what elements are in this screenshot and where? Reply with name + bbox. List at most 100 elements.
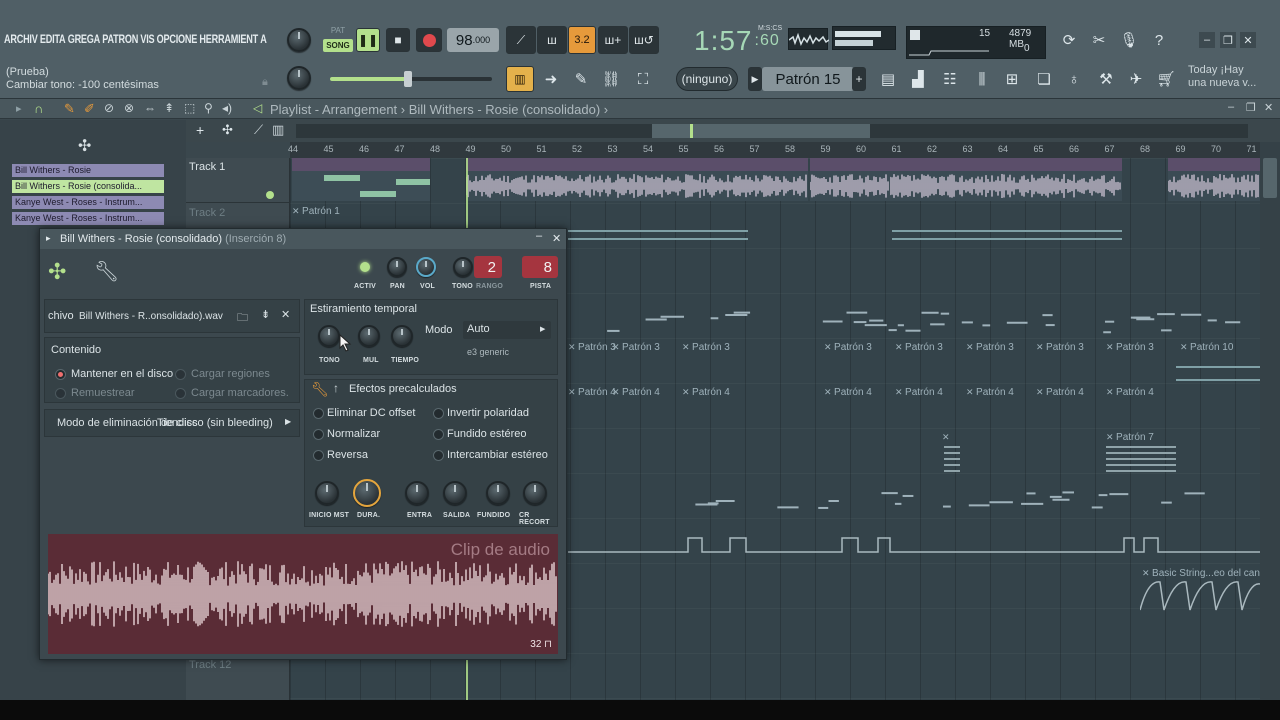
pattern-clip-3a[interactable]: Patrón 3 — [568, 342, 616, 353]
tips-icon[interactable]: ✈ — [1124, 67, 1148, 91]
draw-tool-icon[interactable]: ✎ — [64, 101, 75, 117]
tempo-display[interactable]: 98.000 — [447, 28, 499, 52]
slice-tool-icon[interactable]: ⇞ — [164, 101, 174, 115]
link-icon[interactable]: ⛓ — [600, 67, 622, 91]
range-display[interactable]: 2 — [474, 256, 502, 278]
reverse-radio[interactable] — [313, 450, 324, 461]
duration-knob[interactable] — [353, 479, 381, 507]
invert-polarity-radio[interactable] — [433, 408, 444, 419]
track-mute-led[interactable] — [266, 191, 274, 199]
mixer-icon[interactable]: ⫼ — [970, 67, 994, 91]
window-menu-icon[interactable]: ▸ — [46, 233, 51, 244]
keep-on-disk-radio[interactable] — [55, 369, 66, 380]
stamp-icon[interactable]: ⛶ — [632, 67, 654, 91]
playlist-icon[interactable]: ▤ — [876, 67, 900, 91]
browser-item-2[interactable]: Kanye West - Roses - Instrum... — [12, 196, 164, 209]
project-icon[interactable]: ❏ — [1032, 67, 1056, 91]
playback-tool-icon[interactable]: ◂) — [222, 101, 232, 115]
stretch-pitch-knob[interactable] — [318, 325, 340, 347]
pat-song-toggle[interactable]: PAT SONG — [323, 26, 353, 54]
clip-audio-2[interactable]: Bill Wi..lidado) — [810, 158, 890, 201]
pattern-prev-button[interactable]: ▶ — [748, 67, 762, 91]
pattern-clip-1[interactable]: Patrón 1 — [292, 206, 340, 217]
playlist-close-icon[interactable]: ✕ — [1264, 101, 1273, 114]
stretch-mul-knob[interactable] — [358, 325, 380, 347]
main-volume-knob[interactable] — [287, 28, 311, 52]
microphone-icon[interactable]: 🎙︎ — [1118, 28, 1140, 52]
menu-edit[interactable]: EDITA — [40, 32, 66, 50]
pause-button[interactable]: ❚❚ — [356, 28, 380, 52]
pattern-clip-4c[interactable]: Patrón 4 — [682, 387, 730, 398]
menu-options[interactable]: OPCIONE — [157, 32, 198, 50]
clip-pattern-8[interactable]: Patrón 8 — [292, 158, 430, 201]
clear-file-icon[interactable]: ✕ — [281, 308, 290, 321]
lock-icon[interactable]: 🔒︎ — [262, 76, 274, 90]
pan-knob[interactable] — [387, 257, 407, 277]
cut-tool-icon[interactable]: ✂ — [1088, 28, 1110, 52]
pattern-clip-3h[interactable]: Patrón 3 — [1106, 342, 1154, 353]
pattern-link-icon[interactable]: ⟋ — [254, 122, 263, 138]
pattern-clip-3g[interactable]: Patrón 3 — [1036, 342, 1084, 353]
track-header-12[interactable]: Track 12 — [186, 656, 290, 700]
pattern-clip-10[interactable]: Patrón 10 — [1180, 342, 1233, 353]
channel-window-titlebar[interactable]: ▸ Bill Withers - Rosie (consolidado) (In… — [40, 229, 566, 249]
mode-select[interactable]: Auto ▶ — [463, 321, 551, 339]
pattern-clip-7[interactable]: Patrón 7 — [1106, 432, 1154, 443]
master-volume-slider[interactable] — [330, 71, 492, 87]
clip-audio-3[interactable]: Bill Withers - Rosie (consolidado) — [890, 158, 1122, 201]
pattern-clip-4d[interactable]: Patrón 4 — [824, 387, 872, 398]
sampler-waveform-icon[interactable]: ✣ — [48, 259, 66, 285]
trim-knob[interactable] — [523, 481, 547, 505]
shop-icon[interactable]: 🛒︎ — [1154, 67, 1178, 91]
piano-roll-icon[interactable]: ▟ — [906, 67, 930, 91]
pattern-clip-4e[interactable]: Patrón 4 — [895, 387, 943, 398]
typing-keyboard-button[interactable]: ▥ — [506, 66, 534, 92]
channel-close-icon[interactable]: ✕ — [552, 232, 561, 245]
pattern-clip-3d[interactable]: Patrón 3 — [824, 342, 872, 353]
load-regions-radio[interactable] — [175, 369, 186, 380]
vscroll-thumb[interactable] — [1263, 158, 1277, 198]
add-track-icon[interactable]: + — [196, 122, 204, 138]
undo-history-icon[interactable]: ⟳ — [1058, 28, 1080, 52]
news-panel[interactable]: Today ¡Hay una nueva v... — [1188, 64, 1256, 90]
metronome-button[interactable]: ⟋ — [506, 26, 536, 54]
playlist-restore-icon[interactable]: ❐ — [1246, 101, 1256, 114]
pattern-block[interactable] — [568, 230, 748, 240]
open-folder-icon[interactable]: 🗀 — [237, 309, 248, 328]
pattern-clip-x[interactable] — [942, 432, 950, 443]
pattern-clip-4g[interactable]: Patrón 4 — [1036, 387, 1084, 398]
stretch-time-knob[interactable] — [391, 325, 413, 347]
waveform-icon[interactable]: ✣ — [78, 136, 91, 156]
menu-file[interactable]: ARCHIV — [4, 32, 38, 50]
pattern-clip-4a[interactable]: Patrón 4 — [568, 387, 616, 398]
pattern-clip-3e[interactable]: Patrón 3 — [895, 342, 943, 353]
vertical-scrollbar[interactable] — [1260, 142, 1280, 700]
fade-out-knob[interactable] — [443, 481, 467, 505]
clip-audio-4[interactable]: Bill Wit...olidado) — [1168, 158, 1260, 201]
arrow-right-icon[interactable]: ➜ — [540, 67, 562, 91]
pattern-selector[interactable]: Patrón 15 — [762, 67, 854, 91]
pitch-knob[interactable] — [453, 257, 473, 277]
master-volume-handle[interactable] — [404, 71, 412, 87]
restore-icon[interactable]: ❐ — [1220, 32, 1236, 48]
paint-tool-icon[interactable]: ✐ — [84, 101, 95, 117]
fx-up-icon[interactable]: ↑ — [333, 381, 339, 395]
menu-patterns[interactable]: PATRON — [102, 32, 138, 50]
help-icon[interactable]: ? — [1148, 28, 1170, 52]
track-header-1[interactable]: Track 1 — [186, 158, 290, 203]
pattern-clip-4h[interactable]: Patrón 4 — [1106, 387, 1154, 398]
volume-knob[interactable] — [416, 257, 436, 277]
browser-item-3[interactable]: Kanye West - Roses - Instrum... — [12, 212, 164, 225]
arrow-left-icon[interactable]: ◁ — [253, 101, 262, 115]
active-led[interactable] — [360, 262, 370, 272]
close-icon[interactable]: ✕ — [1240, 32, 1256, 48]
menu-add[interactable]: GREGA — [68, 32, 101, 50]
slip-tool-icon[interactable]: ⇔ — [144, 101, 156, 115]
pattern-clip-3f[interactable]: Patrón 3 — [966, 342, 1014, 353]
fade-in-knob[interactable] — [405, 481, 429, 505]
snap-selector[interactable]: (ninguno) — [676, 67, 738, 91]
performance-icon[interactable]: ⚒ — [1094, 67, 1118, 91]
wait-input-button[interactable]: ш — [537, 26, 567, 54]
pattern-clip-3b[interactable]: Patrón 3 — [612, 342, 660, 353]
normalize-radio[interactable] — [313, 429, 324, 440]
